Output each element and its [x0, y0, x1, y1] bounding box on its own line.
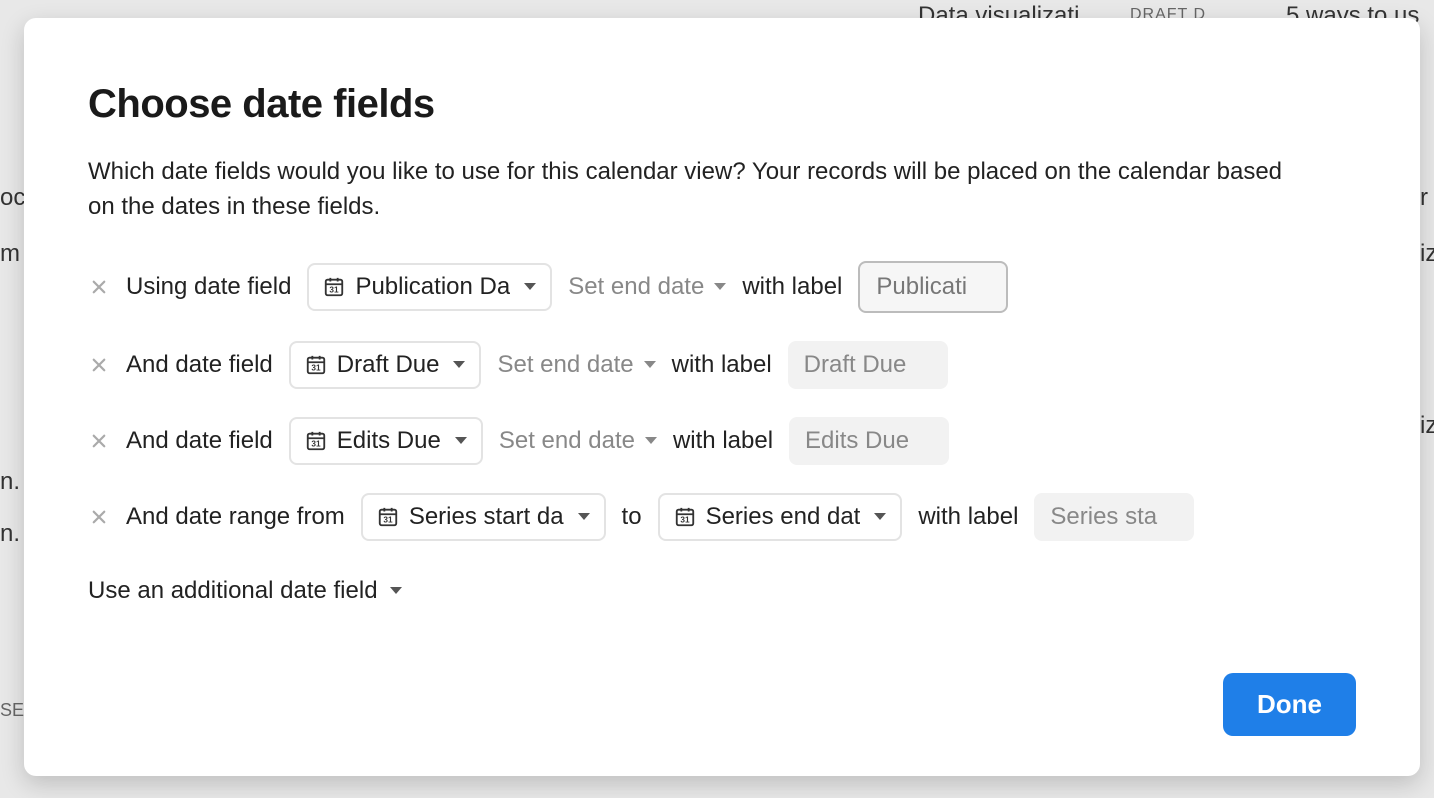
selected-field-label: Draft Due	[337, 351, 440, 379]
calendar-icon: 31	[323, 276, 345, 298]
bg-left-2: m	[0, 240, 24, 268]
row-prefix: Using date field	[126, 273, 291, 301]
label-input[interactable]	[789, 417, 949, 465]
chevron-down-icon	[714, 283, 726, 290]
selected-field-label: Edits Due	[337, 427, 441, 455]
svg-text:31: 31	[680, 515, 690, 524]
chevron-down-icon	[645, 437, 657, 444]
with-label-text: with label	[918, 503, 1018, 531]
close-icon	[90, 508, 108, 526]
chevron-down-icon	[455, 437, 467, 444]
bg-right-3: iz	[1420, 412, 1434, 440]
with-label-text: with label	[672, 351, 772, 379]
set-end-date-button[interactable]: Set end date	[568, 273, 726, 301]
date-fields-modal: Choose date fields Which date fields wou…	[24, 18, 1420, 776]
close-icon	[90, 278, 108, 296]
svg-text:31: 31	[311, 439, 321, 448]
chevron-down-icon	[578, 513, 590, 520]
remove-row-button[interactable]	[88, 276, 110, 298]
close-icon	[90, 432, 108, 450]
with-label-text: with label	[673, 427, 773, 455]
selected-field-label: Publication Da	[355, 273, 510, 301]
field-row: And date field 31 Edits Due Set end date…	[88, 417, 1356, 465]
calendar-icon: 31	[305, 430, 327, 452]
svg-text:31: 31	[311, 363, 321, 372]
add-date-field-button[interactable]: Use an additional date field	[88, 577, 1356, 605]
modal-description: Which date fields would you like to use …	[88, 155, 1288, 225]
bg-left-5: SE	[0, 700, 24, 721]
field-row: Using date field 31 Publication Da Set e…	[88, 261, 1356, 313]
chevron-down-icon	[874, 513, 886, 520]
bg-left-1: oc	[0, 184, 24, 212]
field-rows: Using date field 31 Publication Da Set e…	[88, 261, 1356, 541]
to-label: to	[622, 503, 642, 531]
chevron-down-icon	[524, 283, 536, 290]
chevron-down-icon	[390, 587, 402, 594]
row-prefix: And date field	[126, 427, 273, 455]
with-label-text: with label	[742, 273, 842, 301]
label-input[interactable]	[788, 341, 948, 389]
svg-text:31: 31	[383, 515, 393, 524]
calendar-icon: 31	[305, 354, 327, 376]
selected-field-label: Series start da	[409, 503, 564, 531]
date-field-select[interactable]: 31 Edits Due	[289, 417, 483, 465]
bg-left-4: n.	[0, 520, 24, 548]
selected-field-label: Series end dat	[706, 503, 861, 531]
date-field-select[interactable]: 31 Publication Da	[307, 263, 552, 311]
svg-text:31: 31	[330, 285, 340, 294]
set-end-date-button[interactable]: Set end date	[497, 351, 655, 379]
set-end-date-button[interactable]: Set end date	[499, 427, 657, 455]
bg-right-1: r	[1420, 184, 1434, 212]
bg-left-3: n.	[0, 468, 24, 496]
label-input[interactable]	[858, 261, 1008, 313]
calendar-icon: 31	[674, 506, 696, 528]
bg-right-2: iz	[1420, 240, 1434, 268]
row-prefix: And date range from	[126, 503, 345, 531]
remove-row-button[interactable]	[88, 506, 110, 528]
modal-title: Choose date fields	[88, 82, 1356, 127]
calendar-icon: 31	[377, 506, 399, 528]
chevron-down-icon	[644, 361, 656, 368]
chevron-down-icon	[453, 361, 465, 368]
row-prefix: And date field	[126, 351, 273, 379]
remove-row-button[interactable]	[88, 430, 110, 452]
date-field-select[interactable]: 31 Draft Due	[289, 341, 482, 389]
close-icon	[90, 356, 108, 374]
modal-footer: Done	[88, 673, 1356, 736]
remove-row-button[interactable]	[88, 354, 110, 376]
label-input[interactable]	[1034, 493, 1194, 541]
done-button[interactable]: Done	[1223, 673, 1356, 736]
range-row: And date range from 31 Series start da t…	[88, 493, 1356, 541]
range-end-select[interactable]: 31 Series end dat	[658, 493, 903, 541]
range-start-select[interactable]: 31 Series start da	[361, 493, 606, 541]
field-row: And date field 31 Draft Due Set end date…	[88, 341, 1356, 389]
